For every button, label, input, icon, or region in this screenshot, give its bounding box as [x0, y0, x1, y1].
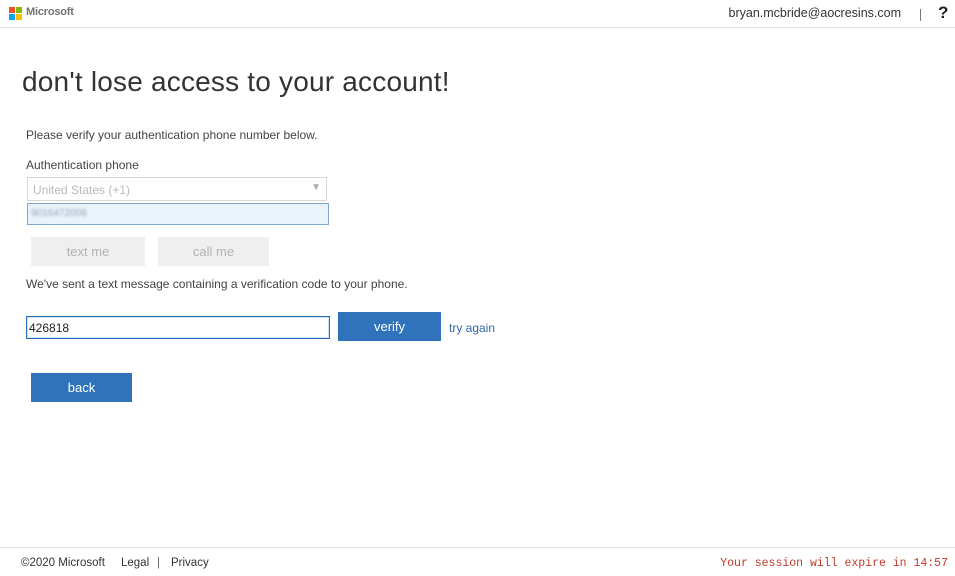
session-expiry-text: Your session will expire in 14:57	[720, 557, 948, 570]
text-me-button[interactable]: text me	[31, 237, 145, 266]
header-divider	[920, 9, 921, 21]
authentication-phone-label: Authentication phone	[26, 158, 139, 172]
brand-name: Microsoft	[26, 6, 74, 18]
page-title: don't lose access to your account!	[22, 66, 450, 97]
verify-button[interactable]: verify	[338, 312, 441, 341]
chevron-down-icon: ▼	[311, 182, 321, 193]
legal-link[interactable]: Legal	[121, 557, 149, 569]
privacy-link[interactable]: Privacy	[171, 557, 209, 569]
call-me-button[interactable]: call me	[158, 237, 269, 266]
country-select-value: United States (+1)	[33, 183, 131, 197]
footer: ©2020 Microsoft Legal | Privacy Your ses…	[0, 547, 955, 576]
microsoft-logo: Microsoft	[9, 6, 89, 21]
footer-separator: |	[157, 557, 160, 569]
instruction-text: Please verify your authentication phone …	[26, 128, 318, 142]
verification-code-value: 426818	[29, 321, 70, 335]
try-again-link[interactable]: try again	[449, 321, 495, 335]
back-button[interactable]: back	[31, 373, 132, 402]
verification-code-input[interactable]: 426818	[26, 316, 330, 339]
user-email[interactable]: bryan.mcbride@aocresins.com	[729, 6, 901, 20]
top-bar: Microsoft bryan.mcbride@aocresins.com ?	[0, 0, 955, 28]
country-select[interactable]: United States (+1) ▼	[27, 177, 327, 201]
microsoft-logo-icon	[9, 7, 22, 20]
phone-number-input[interactable]: 9016472009	[27, 203, 329, 225]
phone-number-value: 9016472009	[31, 208, 87, 219]
verification-sent-message: We've sent a text message containing a v…	[26, 277, 408, 291]
copyright-text: ©2020 Microsoft	[21, 557, 105, 569]
help-button[interactable]: ?	[938, 3, 948, 23]
